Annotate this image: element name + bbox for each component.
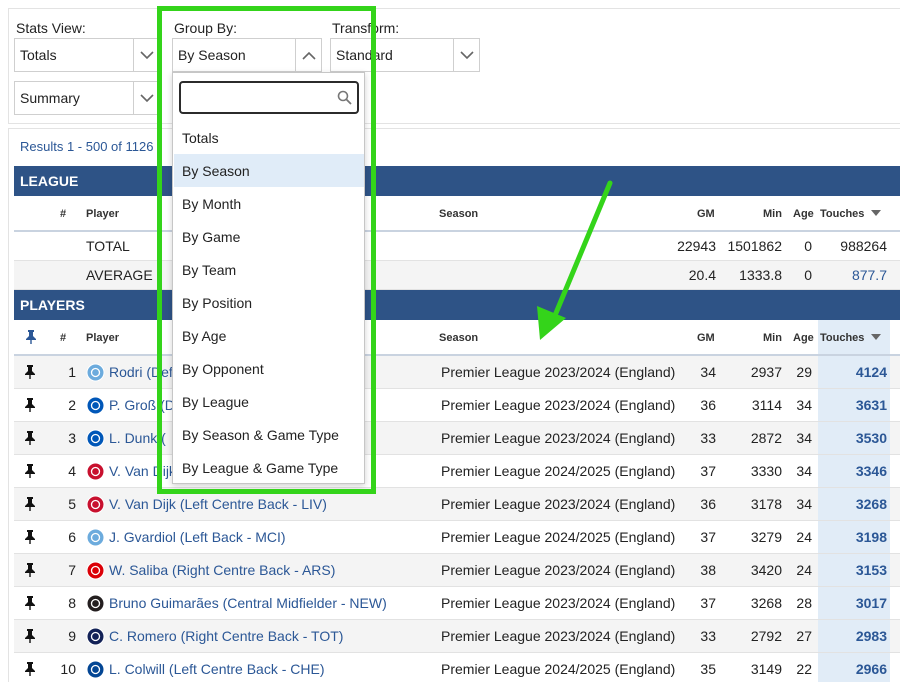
- annotation-arrow: [537, 180, 613, 340]
